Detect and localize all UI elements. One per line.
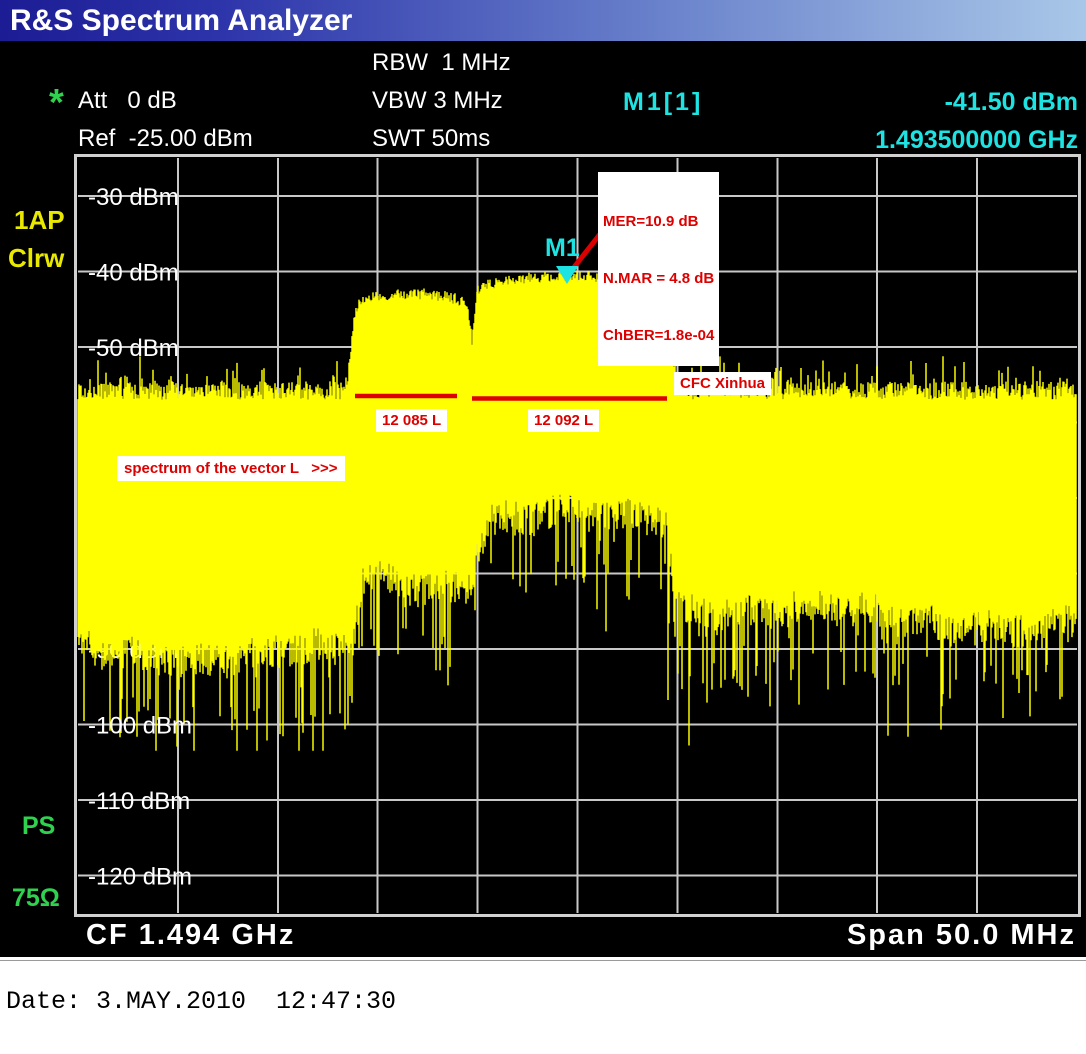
mer-line: MER=10.9 dB bbox=[603, 212, 714, 231]
chber-line: ChBER=1.8e-04 bbox=[603, 326, 714, 345]
y-axis-label: -40 dBm bbox=[88, 259, 179, 286]
date-time-readout: Date: 3.MAY.2010 12:47:30 bbox=[6, 988, 396, 1016]
status-bar: Date: 3.MAY.2010 12:47:30 bbox=[0, 961, 1086, 1054]
channel2-label: 12 092 L bbox=[528, 409, 599, 432]
spectrum-analyzer-screen: { "window": { "title": "R&S Spectrum Ana… bbox=[0, 0, 1086, 1054]
vector-note-label: spectrum of the vector L >>> bbox=[117, 456, 345, 481]
span-readout: Span 50.0 MHz bbox=[847, 919, 1076, 951]
channel1-label: 12 085 L bbox=[376, 409, 447, 432]
mer-annotation-box: MER=10.9 dB N.MAR = 4.8 dB ChBER=1.8e-04 bbox=[598, 172, 719, 366]
y-axis-label: -30 dBm bbox=[88, 184, 179, 211]
nmar-line: N.MAR = 4.8 dB bbox=[603, 269, 714, 288]
station-label: CFC Xinhua bbox=[674, 372, 771, 395]
center-freq-readout: CF 1.494 GHz bbox=[86, 919, 295, 951]
y-axis-label: -50 dBm bbox=[88, 335, 179, 362]
marker-flag-label: M1 bbox=[545, 234, 580, 262]
y-axis-label: -100 dBm bbox=[88, 712, 192, 739]
spectrum-display: -60 dBm-70 dBm-80 dBm-90 dBm-30 dBm-40 d… bbox=[0, 0, 1086, 1054]
y-axis-label: -110 dBm bbox=[88, 788, 190, 815]
y-axis-label: -120 dBm bbox=[88, 863, 192, 890]
